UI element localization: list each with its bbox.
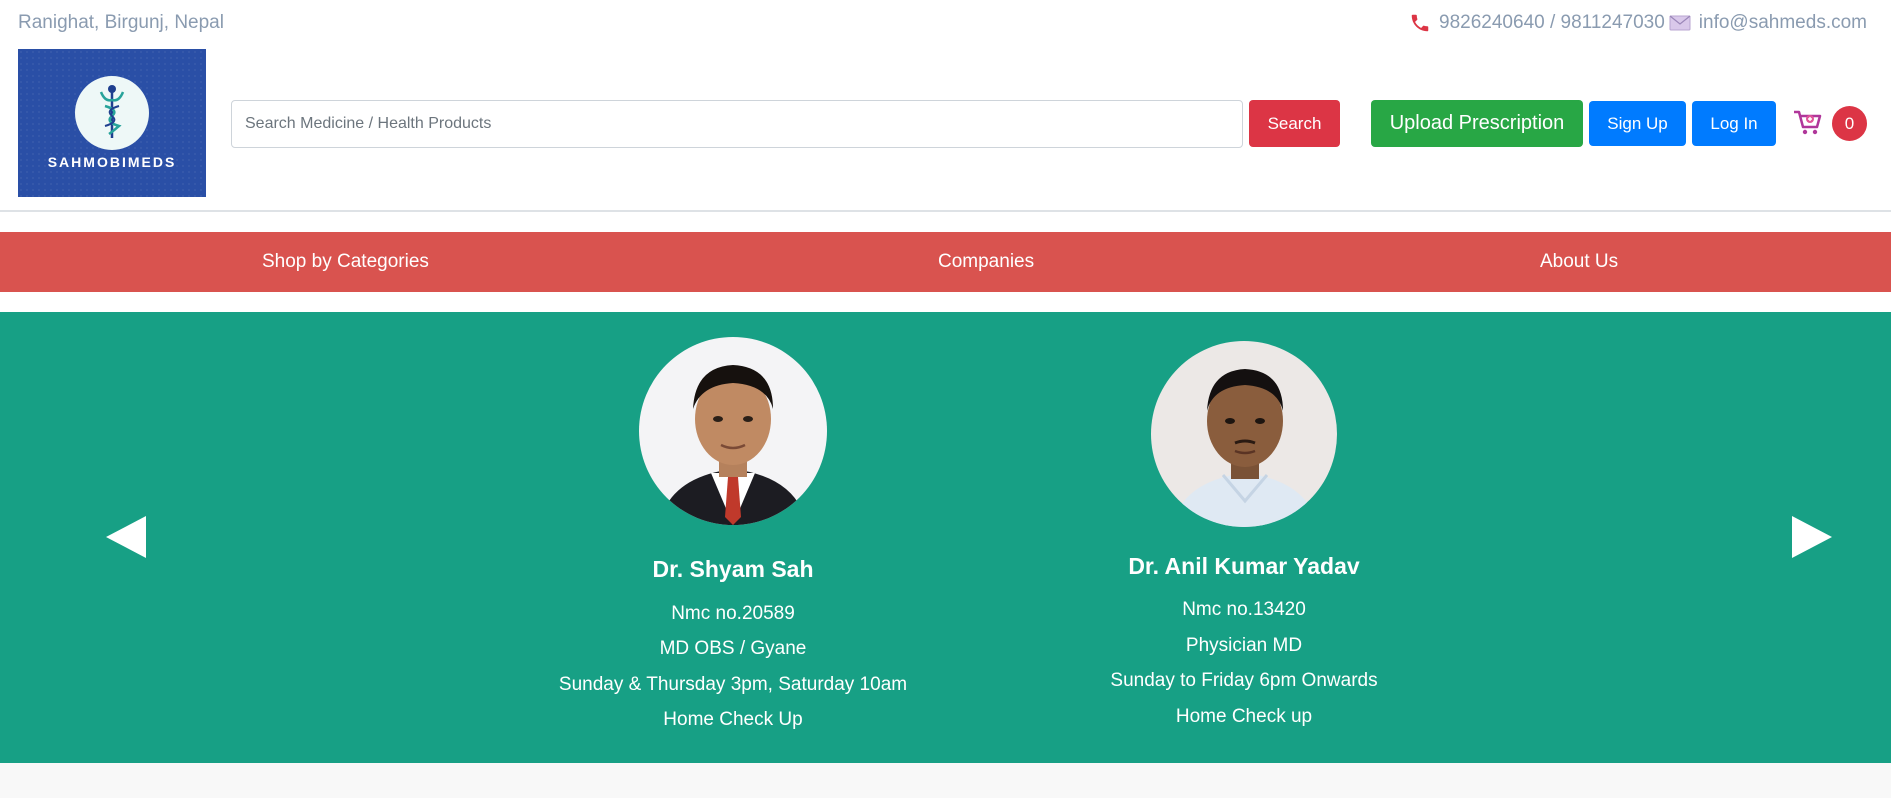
- search-input[interactable]: [231, 100, 1243, 148]
- contact-info: 9826240640 / 9811247030 info@sahmeds.com: [1409, 12, 1867, 34]
- doctor-specialty: MD OBS / Gyane: [659, 638, 807, 659]
- chevron-left-icon: [106, 516, 146, 558]
- caduceus-icon: [75, 76, 149, 150]
- doctor-name: Dr. Shyam Sah: [652, 556, 814, 582]
- chevron-right-icon: [1792, 516, 1832, 558]
- site-logo[interactable]: SAHMOBIMEDS: [18, 49, 206, 197]
- main-nav: Shop by Categories Companies About Us: [0, 232, 1891, 292]
- doctor-photo: [1151, 341, 1337, 527]
- email-link[interactable]: info@sahmeds.com: [1699, 12, 1867, 34]
- nav-item-companies[interactable]: Companies: [938, 232, 1034, 292]
- doctor-specialty: Physician MD: [1185, 635, 1303, 656]
- nav-item-about-us[interactable]: About Us: [1540, 232, 1618, 292]
- location-text: Ranighat, Birgunj, Nepal: [18, 12, 224, 33]
- doctor-schedule: Sunday to Friday 6pm Onwards: [1110, 670, 1378, 691]
- cart-count-badge[interactable]: 0: [1832, 106, 1867, 141]
- header-divider: [0, 210, 1891, 212]
- log-in-button[interactable]: Log In: [1692, 101, 1776, 146]
- top-info-bar: Ranighat, Birgunj, Nepal 9826240640 / 98…: [0, 0, 1891, 44]
- doctor-nmc: Nmc no.20589: [671, 603, 795, 624]
- carousel-prev-button[interactable]: [102, 512, 152, 562]
- nav-item-shop-by-categories[interactable]: Shop by Categories: [262, 232, 429, 292]
- doctor-photo: [639, 337, 827, 525]
- logo-brand-text: SAHMOBIMEDS: [47, 154, 177, 170]
- doctor-name: Dr. Anil Kumar Yadav: [1128, 553, 1360, 579]
- doctors-carousel: Dr. Shyam Sah Nmc no.20589 MD OBS / Gyan…: [0, 312, 1891, 763]
- doctor-schedule: Sunday & Thursday 3pm, Saturday 10am: [558, 674, 908, 695]
- phone-icon: [1411, 14, 1429, 32]
- phone-numbers[interactable]: 9826240640 / 9811247030: [1439, 12, 1665, 34]
- carousel-next-button[interactable]: [1786, 512, 1836, 562]
- cart-icon[interactable]: [1792, 107, 1822, 137]
- upload-prescription-button[interactable]: Upload Prescription: [1371, 100, 1583, 147]
- doctor-service: Home Check Up: [663, 709, 803, 730]
- mail-icon: [1669, 15, 1691, 31]
- doctor-service: Home Check up: [1175, 706, 1313, 727]
- search-button[interactable]: Search: [1249, 100, 1340, 147]
- doctor-nmc: Nmc no.13420: [1182, 599, 1306, 620]
- sign-up-button[interactable]: Sign Up: [1589, 101, 1686, 146]
- page-footer-strip: [0, 763, 1891, 798]
